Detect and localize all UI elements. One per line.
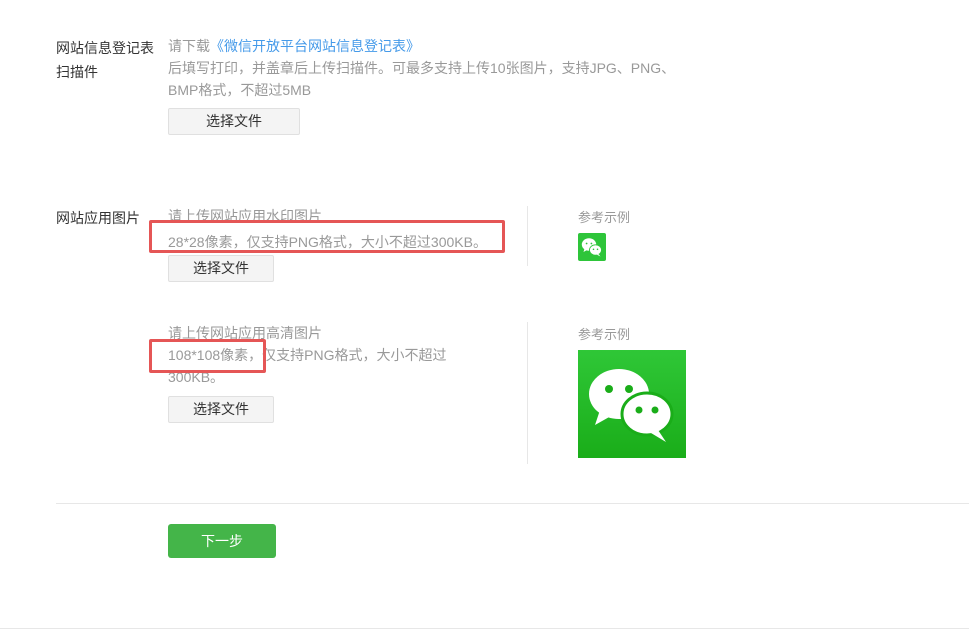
hint-line-3: BMP格式，不超过5MB <box>168 82 312 98</box>
highlight-box-watermark-size <box>149 220 505 253</box>
divider-vertical-1 <box>527 206 528 266</box>
wechat-logo-icon <box>578 233 606 261</box>
hint-line-2: 后填写打印，并盖章后上传扫描件。可最多支持上传10张图片，支持JPG、PNG、 <box>168 60 676 76</box>
select-file-button-registration[interactable]: 选择文件 <box>168 108 300 135</box>
select-file-button-watermark[interactable]: 选择文件 <box>168 255 274 282</box>
wechat-logo-small-svg <box>581 238 602 257</box>
hint-prefix: 请下载 <box>168 38 210 54</box>
reference-example-label-1: 参考示例 <box>578 210 631 225</box>
label-line-2: 扫描件 <box>56 64 98 80</box>
registration-form-hint: 请下载《微信开放平台网站信息登记表》 后填写打印，并盖章后上传扫描件。可最多支持… <box>168 35 728 101</box>
wechat-logo-icon <box>578 350 686 458</box>
divider-vertical-2 <box>527 322 528 464</box>
highlight-box-hd-size <box>149 339 266 373</box>
select-file-button-hd[interactable]: 选择文件 <box>168 396 274 423</box>
section-label-app-images: 网站应用图片 <box>56 210 140 226</box>
download-form-link[interactable]: 《微信开放平台网站信息登记表》 <box>210 38 420 54</box>
next-step-button[interactable]: 下一步 <box>168 524 276 558</box>
wechat-logo-large-svg <box>589 369 674 442</box>
section-label-registration-form: 网站信息登记表 扫描件 <box>56 36 166 84</box>
hint-line-1: 请下载《微信开放平台网站信息登记表》 <box>168 35 728 57</box>
label-line-1: 网站信息登记表 <box>56 40 154 56</box>
reference-example-label-2: 参考示例 <box>578 327 631 342</box>
divider-horizontal-bottom <box>0 628 969 629</box>
divider-horizontal-footer <box>56 503 969 504</box>
